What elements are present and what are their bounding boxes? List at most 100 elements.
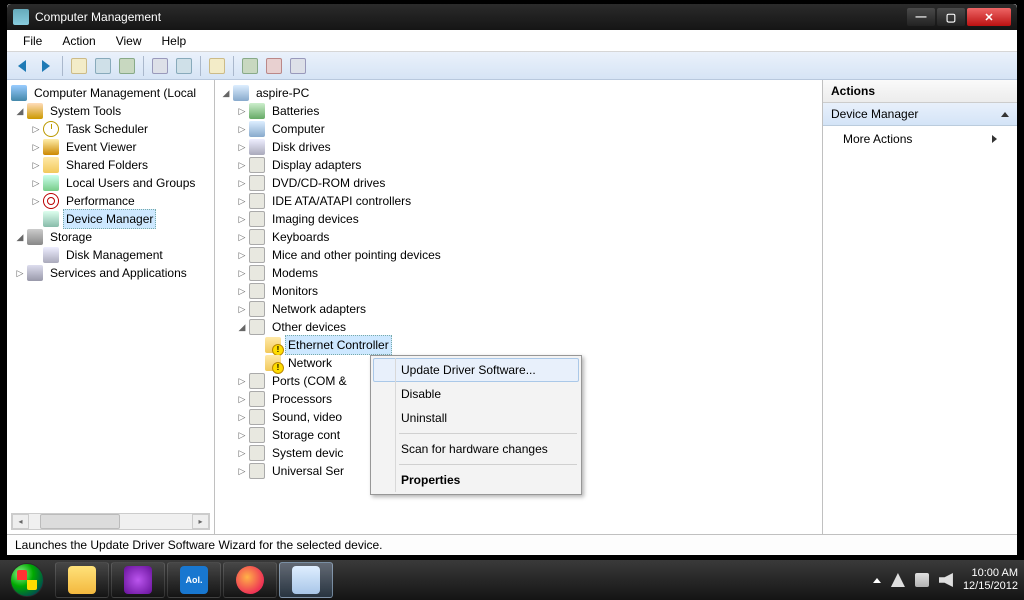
tree-shared-folders[interactable]: ▷Shared Folders [9,156,214,174]
dev-ethernet-controller[interactable]: Ethernet Controller [217,336,822,354]
tree-storage[interactable]: ◢Storage [9,228,214,246]
expand-icon[interactable]: ▷ [237,466,247,476]
ctx-disable[interactable]: Disable [373,382,579,406]
menu-help[interactable]: Help [152,32,197,50]
scroll-right-button[interactable]: ▸ [192,514,209,529]
taskbar-yahoo[interactable] [111,562,165,598]
dev-other-devices[interactable]: ◢Other devices [217,318,822,336]
scope-tree[interactable]: Computer Management (Local ◢System Tools… [7,80,214,286]
toolbar-btn-1[interactable] [68,55,90,77]
toolbar-btn-7[interactable] [239,55,261,77]
expand-icon[interactable]: ▷ [237,196,247,206]
start-button[interactable] [0,560,54,600]
expand-icon[interactable]: ▷ [31,124,41,134]
toolbar-btn-3[interactable] [116,55,138,77]
tree-local-users[interactable]: ▷Local Users and Groups [9,174,214,192]
tree-performance[interactable]: ▷Performance [9,192,214,210]
actions-more[interactable]: More Actions [823,126,1017,152]
expand-icon[interactable]: ▷ [31,160,41,170]
toolbar-btn-4[interactable] [149,55,171,77]
tree-disk-management[interactable]: Disk Management [9,246,214,264]
dev-disk-drives[interactable]: ▷Disk drives [217,138,822,156]
expand-icon[interactable]: ▷ [237,448,247,458]
tray-network-icon[interactable] [915,573,929,587]
dev-mice[interactable]: ▷Mice and other pointing devices [217,246,822,264]
expand-icon[interactable]: ▷ [31,142,41,152]
expand-icon[interactable]: ▷ [237,412,247,422]
expand-icon[interactable]: ▷ [237,142,247,152]
expand-icon[interactable]: ▷ [237,286,247,296]
dev-modems[interactable]: ▷Modems [217,264,822,282]
toolbar-btn-8[interactable] [263,55,285,77]
expand-icon[interactable]: ▷ [237,106,247,116]
dev-display[interactable]: ▷Display adapters [217,156,822,174]
expand-icon[interactable]: ▷ [237,178,247,188]
expand-icon[interactable]: ▷ [237,394,247,404]
expand-icon[interactable]: ▷ [237,124,247,134]
toolbar-btn-2[interactable] [92,55,114,77]
collapse-icon[interactable]: ◢ [221,88,231,98]
tree-system-tools[interactable]: ◢System Tools [9,102,214,120]
menu-view[interactable]: View [106,32,152,50]
tree-task-scheduler[interactable]: ▷Task Scheduler [9,120,214,138]
scroll-thumb[interactable] [40,514,120,529]
taskbar-computer-management[interactable] [279,562,333,598]
system-icon [249,445,265,461]
minimize-button[interactable]: — [907,8,935,26]
expand-icon[interactable]: ▷ [31,178,41,188]
menu-action[interactable]: Action [52,32,105,50]
ctx-scan[interactable]: Scan for hardware changes [373,437,579,461]
expand-icon[interactable]: ▷ [237,268,247,278]
toolbar-icon [119,58,135,74]
close-button[interactable]: ✕ [967,8,1011,26]
actions-device-manager[interactable]: Device Manager [823,103,1017,126]
ctx-uninstall[interactable]: Uninstall [373,406,579,430]
tray-clock[interactable]: 10:00 AM 12/15/2012 [963,567,1018,593]
taskbar[interactable]: Aol. 10:00 AM 12/15/2012 [0,560,1024,600]
collapse-icon[interactable]: ◢ [15,232,25,242]
toolbar-btn-9[interactable] [287,55,309,77]
expand-icon[interactable]: ▷ [15,268,25,278]
tray-show-hidden-icon[interactable] [873,578,881,583]
tree-services[interactable]: ▷Services and Applications [9,264,214,282]
titlebar[interactable]: Computer Management — ▢ ✕ [7,4,1017,30]
tree-event-viewer[interactable]: ▷Event Viewer [9,138,214,156]
dev-monitors[interactable]: ▷Monitors [217,282,822,300]
toolbar-btn-5[interactable] [173,55,195,77]
horizontal-scrollbar[interactable]: ◂ ▸ [11,513,210,530]
dev-imaging[interactable]: ▷Imaging devices [217,210,822,228]
dev-ide[interactable]: ▷IDE ATA/ATAPI controllers [217,192,822,210]
dev-keyboards[interactable]: ▷Keyboards [217,228,822,246]
taskbar-firefox[interactable] [223,562,277,598]
tree-root[interactable]: Computer Management (Local [9,84,214,102]
taskbar-aol[interactable]: Aol. [167,562,221,598]
collapse-icon[interactable]: ◢ [237,322,247,332]
expand-icon[interactable]: ▷ [237,376,247,386]
tree-device-manager[interactable]: Device Manager [9,210,214,228]
expand-icon[interactable]: ▷ [237,160,247,170]
taskbar-sticky-notes[interactable] [55,562,109,598]
expand-icon[interactable]: ▷ [237,304,247,314]
back-button[interactable] [11,55,33,77]
dev-computer[interactable]: ▷Computer [217,120,822,138]
system-tray[interactable]: 10:00 AM 12/15/2012 [873,560,1018,600]
tray-volume-icon[interactable] [939,573,953,587]
tray-action-center-icon[interactable] [891,573,905,587]
expand-icon[interactable]: ▷ [237,250,247,260]
expand-icon[interactable]: ▷ [31,196,41,206]
menu-file[interactable]: File [13,32,52,50]
scroll-left-button[interactable]: ◂ [12,514,29,529]
dev-batteries[interactable]: ▷Batteries [217,102,822,120]
maximize-button[interactable]: ▢ [937,8,965,26]
expand-icon[interactable]: ▷ [237,430,247,440]
expand-icon[interactable]: ▷ [237,232,247,242]
ctx-update-driver[interactable]: Update Driver Software... [373,358,579,382]
dev-network-adapters[interactable]: ▷Network adapters [217,300,822,318]
collapse-icon[interactable]: ◢ [15,106,25,116]
ctx-properties[interactable]: Properties [373,468,579,492]
dev-dvd[interactable]: ▷DVD/CD-ROM drives [217,174,822,192]
expand-icon[interactable]: ▷ [237,214,247,224]
dev-root[interactable]: ◢aspire-PC [217,84,822,102]
forward-button[interactable] [35,55,57,77]
toolbar-btn-6[interactable] [206,55,228,77]
